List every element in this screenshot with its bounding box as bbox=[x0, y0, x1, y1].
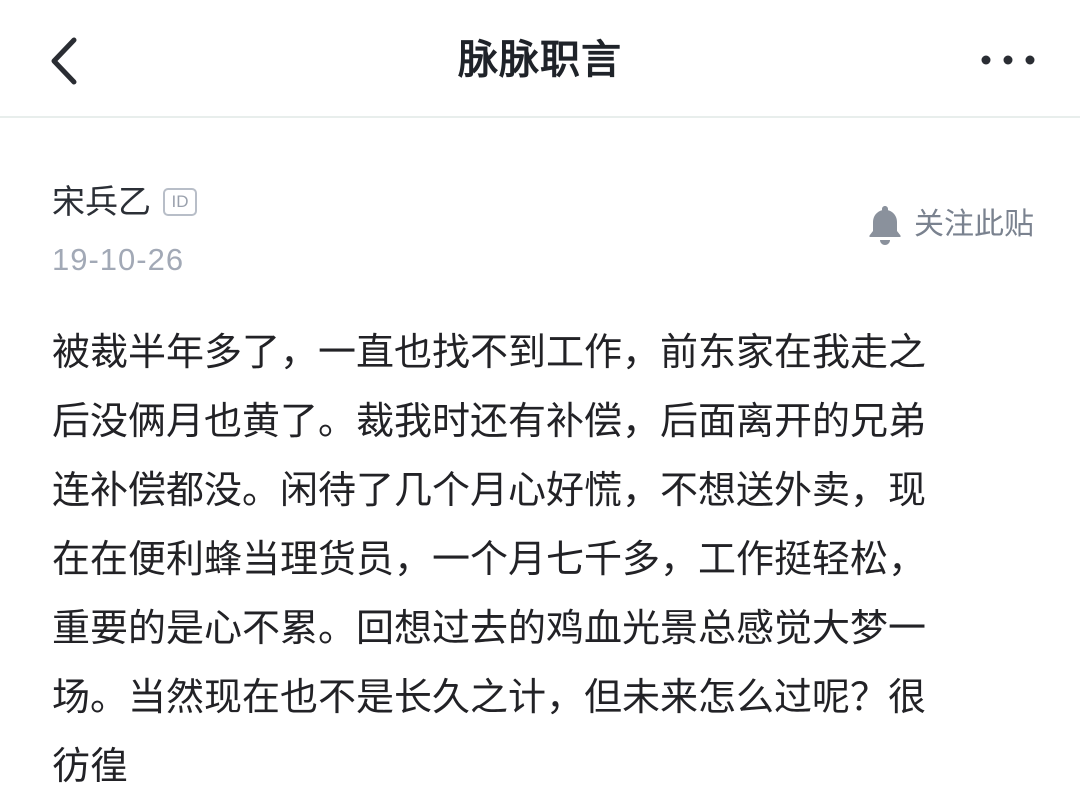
more-horizontal-icon bbox=[981, 55, 1035, 65]
page-title: 脉脉职言 bbox=[458, 37, 622, 83]
bell-icon bbox=[869, 206, 901, 245]
post-line: 重要的是心不累。回想过去的鸡血光景总感觉大梦一 bbox=[52, 606, 927, 650]
post-line: 在在便利蜂当理货员，一个月七千多，工作挺轻松， bbox=[52, 537, 927, 581]
post-line: 连补偿都没。闲待了几个月心好慌，不想送外卖，现 bbox=[52, 468, 927, 512]
post-date: 19-10-26 bbox=[52, 242, 185, 277]
follow-post-button[interactable]: 关注此贴 bbox=[866, 200, 1034, 250]
more-button[interactable] bbox=[976, 40, 1040, 80]
id-badge: ID bbox=[163, 188, 197, 216]
post-line: 场。当然现在也不是长久之计，但未来怎么过呢？很 bbox=[52, 675, 927, 719]
author-row: 宋兵乙 ID bbox=[52, 178, 197, 226]
author-name[interactable]: 宋兵乙 bbox=[52, 178, 151, 226]
post-line: 后没俩月也黄了。裁我时还有补偿，后面离开的兄弟 bbox=[52, 399, 927, 443]
post-line: 被裁半年多了，一直也找不到工作，前东家在我走之 bbox=[52, 330, 927, 374]
follow-label: 关注此贴 bbox=[914, 207, 1034, 242]
post-line: 彷徨 bbox=[52, 744, 129, 788]
post-content: 被裁半年多了，一直也找不到工作，前东家在我走之 后没俩月也黄了。裁我时还有补偿，… bbox=[52, 318, 1037, 801]
nav-bar: 脉脉职言 bbox=[0, 0, 1080, 118]
